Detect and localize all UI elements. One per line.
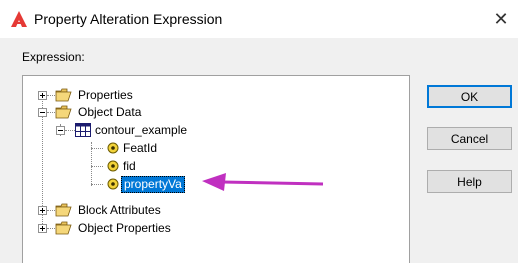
expand-icon[interactable]	[38, 91, 47, 100]
expression-tree[interactable]: Properties Object Data contour_example F…	[22, 75, 410, 263]
close-button[interactable]: ✕	[484, 0, 518, 38]
expand-icon[interactable]	[38, 206, 47, 215]
tree-node-label: fid	[123, 159, 136, 173]
tree-node-label: propertyVa	[121, 176, 185, 193]
field-icon	[107, 142, 119, 154]
tree-line	[47, 210, 55, 212]
annotation-arrow-icon	[202, 173, 324, 191]
folder-icon	[55, 221, 72, 235]
tree-line	[65, 130, 75, 132]
tree-line	[47, 112, 55, 114]
cancel-button[interactable]: Cancel	[427, 127, 512, 150]
tree-node-label: Properties	[78, 88, 133, 102]
title-bar: Property Alteration Expression ✕	[0, 0, 518, 38]
collapse-icon[interactable]	[38, 108, 47, 117]
help-button[interactable]: Help	[427, 170, 512, 193]
autocad-icon	[11, 11, 27, 27]
folder-icon	[55, 88, 72, 102]
tree-line	[91, 166, 103, 168]
tree-node-label: FeatId	[123, 141, 158, 155]
tree-node-label: Block Attributes	[78, 203, 161, 217]
tree-node-label: contour_example	[95, 123, 188, 137]
window-title: Property Alteration Expression	[34, 11, 223, 27]
close-icon: ✕	[493, 8, 509, 29]
folder-icon	[55, 105, 72, 119]
expand-icon[interactable]	[38, 224, 47, 233]
table-icon	[75, 123, 91, 137]
tree-line	[91, 184, 103, 186]
tree-line	[91, 148, 103, 150]
tree-node-label: Object Properties	[78, 221, 171, 235]
field-icon	[107, 178, 119, 190]
collapse-icon[interactable]	[56, 126, 65, 135]
tree-line	[47, 95, 55, 97]
expression-label: Expression:	[22, 50, 85, 64]
tree-line	[47, 228, 55, 230]
tree-node-label: Object Data	[78, 105, 142, 119]
field-icon	[107, 160, 119, 172]
ok-button[interactable]: OK	[427, 85, 512, 108]
folder-icon	[55, 203, 72, 217]
